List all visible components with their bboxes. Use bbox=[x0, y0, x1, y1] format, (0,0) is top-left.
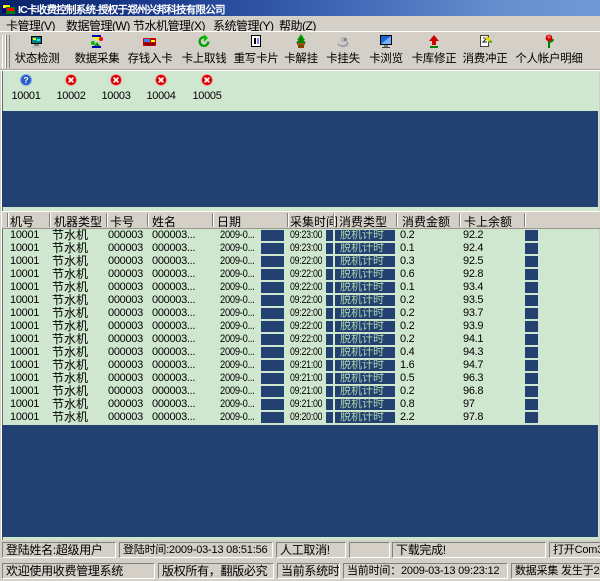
svg-text:?: ? bbox=[23, 75, 28, 85]
